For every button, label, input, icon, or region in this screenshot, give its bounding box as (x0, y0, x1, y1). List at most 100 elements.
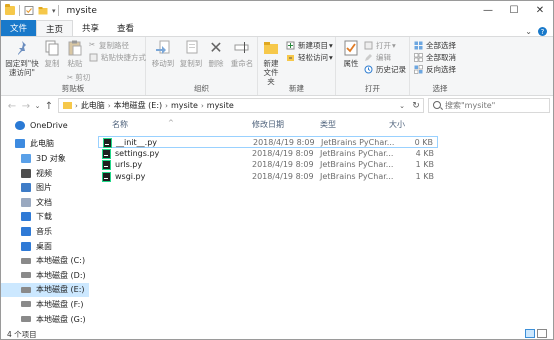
select-all-label: 全部选择 (426, 41, 456, 50)
new-folder-label: 新建文件夹 (263, 59, 279, 86)
file-list: ^ 名称 修改日期 类型 大小 __init__.py 2018/4/19 8:0… (98, 116, 551, 328)
navigation-bar: ← → ⌄ ↑ › 此电脑 › 本地磁盘 (E:) › mysite › mys… (1, 97, 553, 115)
tab-home[interactable]: 主页 (36, 20, 74, 36)
file-row[interactable]: urls.py 2018/4/19 8:09 JetBrains PyChar...… (98, 159, 438, 171)
nav-item[interactable]: 文档 (1, 195, 89, 210)
edit-button[interactable]: 编辑 (364, 52, 391, 63)
file-name: __init__.py (116, 138, 158, 147)
maximize-button[interactable]: ☐ (501, 1, 527, 20)
download-icon (21, 212, 31, 222)
nav-item[interactable]: 本地磁盘 (C:) (1, 253, 89, 268)
breadcrumb-mysite[interactable]: mysite (171, 101, 198, 110)
copy-path-button[interactable]: 复制路径 (89, 40, 129, 51)
copy-button[interactable]: 复制 (41, 39, 63, 68)
breadcrumb-drive-e[interactable]: 本地磁盘 (E:) (114, 100, 163, 111)
paste-shortcut-button[interactable]: 粘贴快捷方式 (89, 52, 146, 63)
nav-item[interactable]: 3D 对象 (1, 151, 89, 166)
rename-icon (234, 42, 249, 53)
nav-item[interactable]: 本地磁盘 (F:) (1, 297, 89, 312)
move-to-button[interactable]: 移动到 (150, 39, 176, 68)
new-item-button[interactable]: 新建项目 ▾ (286, 40, 333, 51)
select-none-button[interactable]: 全部取消 (414, 52, 456, 63)
navigation-pane[interactable]: OneDrive 此电脑 3D 对象 视频 图片 文档 下载 音乐 桌面 本地磁盘 (C:) 本地磁… (1, 116, 89, 328)
file-row[interactable]: wsgi.py 2018/4/19 8:09 JetBrains PyChar...… (98, 171, 438, 183)
nav-item[interactable]: 本地磁盘 (G:) (1, 312, 89, 327)
select-group-label: 选择 (432, 84, 448, 93)
tab-view[interactable]: 查看 (108, 20, 143, 36)
ribbon: 固定到"快速访问" 复制 粘贴 ✂ 复制路径 粘贴快捷方式 ✂ 剪切 剪贴板 移… (1, 36, 553, 96)
details-view-icon[interactable] (525, 329, 535, 338)
new-folder-button[interactable]: 新建文件夹 (260, 39, 282, 86)
up-arrow-icon: ↑ (44, 100, 54, 112)
copy-label: 复制 (44, 59, 60, 68)
breadcrumb-mysite-current[interactable]: mysite (207, 101, 234, 110)
search-input[interactable]: 搜索"mysite" (428, 98, 550, 113)
close-button[interactable]: ✕ (527, 1, 553, 20)
file-date: 2018/4/19 8:09 (253, 138, 315, 147)
forward-button[interactable]: → (19, 98, 33, 114)
tab-share[interactable]: 共享 (73, 20, 108, 36)
edit-icon (365, 54, 372, 61)
tab-file[interactable]: 文件 (1, 20, 37, 36)
refresh-button[interactable]: ↻ (409, 99, 423, 112)
file-row[interactable]: __init__.py 2018/4/19 8:09 JetBrains PyCha… (98, 136, 438, 148)
nav-item[interactable]: 此电脑 (1, 137, 89, 152)
help-icon[interactable]: ? (538, 27, 547, 36)
column-date[interactable]: 修改日期 (252, 119, 284, 130)
scissors-icon: ✂ (67, 73, 74, 82)
file-type: JetBrains PyChar... (320, 148, 394, 158)
nav-item[interactable]: 本地磁盘 (E:) (1, 282, 89, 298)
invert-selection-label: 反向选择 (426, 65, 456, 74)
copy-to-button[interactable]: 复制到 (178, 39, 204, 68)
paste-shortcut-icon (89, 53, 98, 62)
history-button[interactable]: 历史记录 (364, 64, 406, 75)
new-folder-icon[interactable] (38, 6, 48, 15)
select-all-button[interactable]: 全部选择 (414, 40, 456, 51)
nav-item[interactable]: 本地磁盘 (D:) (1, 268, 89, 283)
copy-path-label: 复制路径 (99, 41, 129, 50)
address-dropdown-button[interactable]: ⌄ (395, 99, 409, 112)
up-button[interactable]: ↑ (42, 98, 56, 114)
history-icon (364, 65, 373, 74)
new-item-label: 新建项目 (298, 41, 328, 50)
properties-button[interactable]: 属性 (340, 39, 362, 68)
nav-item-label: 图片 (36, 183, 52, 193)
recent-locations-button[interactable]: ⌄ (33, 98, 42, 114)
nav-item[interactable]: 音乐 (1, 224, 89, 239)
column-name[interactable]: 名称 (112, 119, 128, 130)
open-button[interactable]: 打开 ▾ (364, 40, 396, 51)
move-to-label: 移动到 (151, 59, 175, 68)
easy-access-button[interactable]: 轻松访问 ▾ (286, 52, 333, 63)
nav-item[interactable]: 图片 (1, 180, 89, 195)
invert-selection-button[interactable]: 反向选择 (414, 64, 456, 75)
qa-dropdown-icon[interactable]: ▾ (52, 7, 56, 15)
folder-icon (5, 4, 15, 15)
properties-icon[interactable] (24, 6, 34, 15)
rename-button[interactable]: 重命名 (229, 39, 255, 68)
breadcrumb-this-pc[interactable]: 此电脑 (81, 100, 105, 111)
pin-button[interactable]: 固定到"快速访问" (4, 39, 40, 77)
back-button[interactable]: ← (5, 98, 19, 114)
collapse-ribbon-icon[interactable]: ⌄ (525, 27, 532, 36)
drive-icon (21, 316, 31, 323)
nav-item[interactable]: OneDrive (1, 118, 89, 133)
select-none-icon (414, 53, 423, 62)
address-bar[interactable]: › 此电脑 › 本地磁盘 (E:) › mysite › mysite ⌄ ↻ (58, 98, 424, 113)
cut-button-2[interactable]: ✂ 剪切 (67, 72, 90, 83)
paste-button[interactable]: 粘贴 (64, 39, 86, 68)
nav-item[interactable]: 视频 (1, 166, 89, 181)
column-type[interactable]: 类型 (320, 119, 336, 130)
open-label: 打开 (376, 41, 391, 50)
file-type: JetBrains PyChar... (320, 171, 394, 181)
nav-item[interactable]: 下载 (1, 210, 89, 225)
file-type: JetBrains PyChar... (321, 138, 395, 147)
document-icon (21, 197, 31, 207)
minimize-button[interactable]: — (475, 1, 501, 20)
large-icons-view-icon[interactable] (537, 329, 547, 338)
quick-access-toolbar: ▾ (1, 1, 63, 20)
clipboard-group-label: 剪贴板 (61, 84, 85, 93)
column-size[interactable]: 大小 (389, 119, 405, 130)
file-row[interactable]: settings.py 2018/4/19 8:09 JetBrains PyCha… (98, 148, 438, 160)
delete-button[interactable]: ✕ 删除 (206, 39, 226, 69)
nav-item[interactable]: 桌面 (1, 239, 89, 254)
